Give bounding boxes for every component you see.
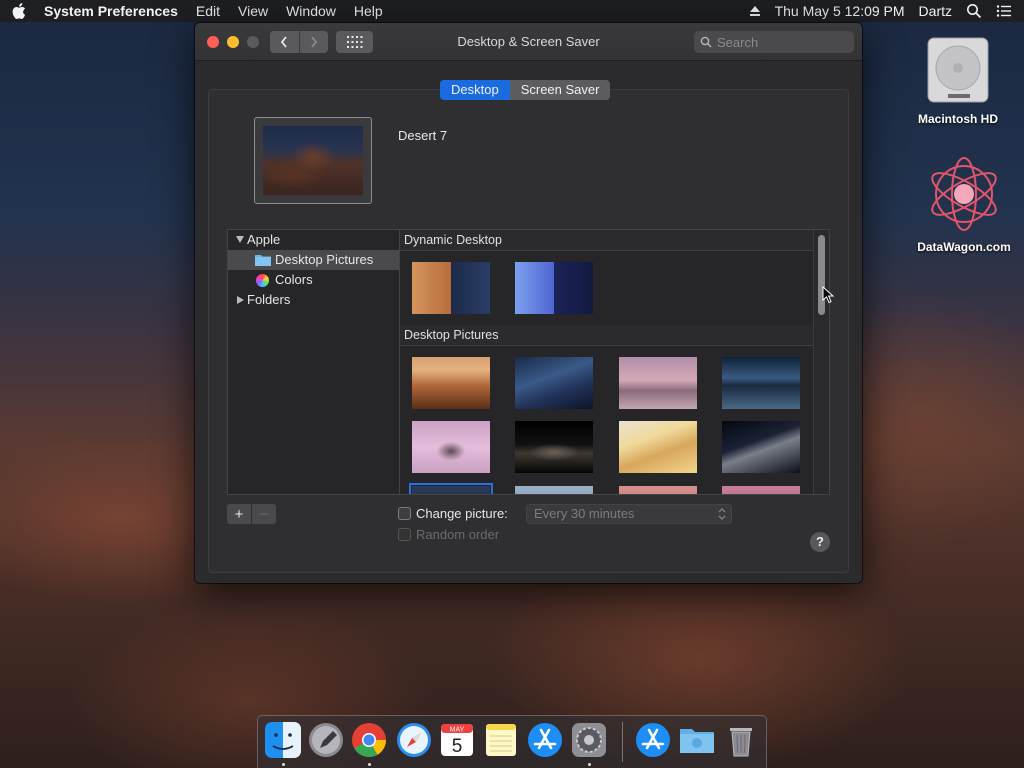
mouse-cursor-icon xyxy=(822,286,834,304)
disclosure-triangle-down-icon[interactable] xyxy=(236,236,244,243)
thumbnail-picture[interactable] xyxy=(515,486,593,494)
app-menu[interactable]: System Preferences xyxy=(44,3,178,19)
calendar-month: MAY xyxy=(450,727,465,734)
safari-icon[interactable] xyxy=(395,721,433,759)
source-item-label: Folders xyxy=(247,292,291,307)
vertical-scrollbar[interactable] xyxy=(813,230,829,494)
random-order-checkbox[interactable] xyxy=(398,528,411,541)
menu-help[interactable]: Help xyxy=(354,3,383,19)
help-button[interactable]: ? xyxy=(810,532,830,552)
thumbnail-picture[interactable] xyxy=(722,486,800,494)
app-store-icon[interactable] xyxy=(526,721,564,759)
source-item-desktop-pictures[interactable]: Desktop Pictures xyxy=(228,250,399,270)
source-item-label: Desktop Pictures xyxy=(275,252,374,267)
eject-icon[interactable] xyxy=(749,5,761,17)
spotlight-search-icon[interactable] xyxy=(966,3,982,19)
add-remove-buttons: + − xyxy=(227,504,276,524)
system-preferences-icon[interactable] xyxy=(570,721,608,759)
preview-image xyxy=(263,126,363,195)
datawagon-icon xyxy=(931,157,997,231)
picture-grid: Dynamic Desktop Desktop Pictures xyxy=(399,229,830,495)
menubar-user[interactable]: Dartz xyxy=(919,3,952,19)
tab-desktop[interactable]: Desktop xyxy=(440,80,510,100)
change-picture-row: Change picture: xyxy=(398,506,508,521)
current-picture-preview[interactable] xyxy=(254,117,372,204)
thumbnail-picture[interactable] xyxy=(412,421,490,473)
menu-window[interactable]: Window xyxy=(286,3,336,19)
thumbnail-picture-selected[interactable] xyxy=(409,483,493,494)
source-item-label: Colors xyxy=(275,272,313,287)
running-indicator xyxy=(368,763,371,766)
chevron-up-down-icon xyxy=(718,508,726,520)
menubar-clock[interactable]: Thu May 5 12:09 PM xyxy=(775,3,905,19)
desktop-icon-label: Macintosh HD xyxy=(917,112,998,126)
running-indicator xyxy=(282,763,285,766)
menu-edit[interactable]: Edit xyxy=(196,3,220,19)
thumbnail-picture[interactable] xyxy=(515,357,593,409)
current-picture-name: Desert 7 xyxy=(398,128,448,143)
source-item-colors[interactable]: Colors xyxy=(228,270,399,290)
section-header-desktop-pictures: Desktop Pictures xyxy=(400,325,815,346)
change-picture-checkbox[interactable] xyxy=(398,507,411,520)
remove-folder-button[interactable]: − xyxy=(251,504,276,524)
thumbnail-picture[interactable] xyxy=(619,486,697,494)
random-order-row: Random order xyxy=(398,527,499,542)
source-list: Apple Desktop Pictures Colors Folders xyxy=(227,229,399,495)
thumbnail-picture[interactable] xyxy=(722,357,800,409)
thumbnail-picture[interactable] xyxy=(722,421,800,473)
thumbnail-dynamic-gradient[interactable] xyxy=(515,262,593,314)
desktop-screen-saver-window: Desktop & Screen Saver Desktop Screen Sa… xyxy=(195,23,862,583)
thumbnail-picture[interactable] xyxy=(619,357,697,409)
hard-drive-icon xyxy=(927,37,989,103)
source-item-apple[interactable]: Apple xyxy=(228,230,399,250)
desktop-icon-datawagon[interactable]: DataWagon.com xyxy=(904,152,1024,254)
thumbnail-picture[interactable] xyxy=(412,357,490,409)
downloads-stack-icon[interactable] xyxy=(634,721,672,759)
notes-icon[interactable] xyxy=(482,721,520,759)
thumbnail-dynamic-mojave[interactable] xyxy=(412,262,490,314)
folder-icon xyxy=(255,255,271,266)
desktop-icon-macintosh-hd[interactable]: Macintosh HD xyxy=(898,32,1018,126)
apple-menu-icon[interactable] xyxy=(12,3,26,19)
source-item-folders[interactable]: Folders xyxy=(228,290,399,310)
random-order-label: Random order xyxy=(416,527,500,542)
change-picture-label: Change picture: xyxy=(416,506,508,521)
color-wheel-icon xyxy=(256,274,269,287)
finder-icon[interactable] xyxy=(264,721,302,759)
menu-bar: System Preferences Edit View Window Help… xyxy=(0,0,1024,22)
change-interval-popup[interactable]: Every 30 minutes xyxy=(526,504,732,524)
google-chrome-icon[interactable] xyxy=(350,721,388,759)
launchpad-icon[interactable] xyxy=(307,721,345,759)
source-item-label: Apple xyxy=(247,232,281,247)
change-interval-value: Every 30 minutes xyxy=(534,506,635,521)
menu-view[interactable]: View xyxy=(238,3,268,19)
tab-control: Desktop Screen Saver xyxy=(440,80,611,100)
desktop-icon-label: DataWagon.com xyxy=(917,240,1011,254)
dock: MAY 5 xyxy=(257,715,767,768)
thumbnail-picture[interactable] xyxy=(515,421,593,473)
tab-screen-saver[interactable]: Screen Saver xyxy=(510,80,611,100)
dock-separator xyxy=(622,722,623,762)
add-folder-button[interactable]: + xyxy=(227,504,251,524)
search-input[interactable] xyxy=(717,34,847,50)
trash-icon[interactable] xyxy=(722,721,760,759)
search-icon xyxy=(700,36,712,48)
disclosure-triangle-right-icon[interactable] xyxy=(237,296,244,304)
calendar-day: 5 xyxy=(452,736,463,757)
thumbnail-picture[interactable] xyxy=(619,421,697,473)
title-bar[interactable]: Desktop & Screen Saver xyxy=(195,23,862,61)
calendar-icon[interactable]: MAY 5 xyxy=(438,721,476,759)
search-field[interactable] xyxy=(694,31,854,53)
notification-center-icon[interactable] xyxy=(996,3,1012,19)
folder-stack-icon[interactable] xyxy=(678,721,716,759)
running-indicator xyxy=(588,763,591,766)
section-header-dynamic-desktop: Dynamic Desktop xyxy=(400,230,815,251)
